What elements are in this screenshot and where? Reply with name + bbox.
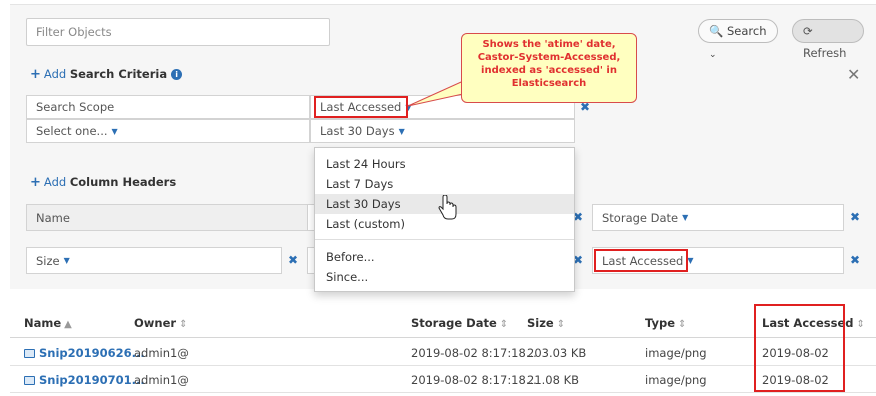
info-icon[interactable]: i bbox=[171, 69, 183, 80]
table-header-divider bbox=[10, 337, 876, 338]
caret-down-icon: ▼ bbox=[687, 256, 694, 265]
table-row-divider bbox=[10, 392, 876, 393]
sort-icon: ⇕ bbox=[856, 319, 865, 330]
column-header-type[interactable]: Type ⇕ bbox=[645, 316, 686, 330]
column-name-field: Name bbox=[26, 204, 310, 231]
callout-line: Elasticsearch bbox=[511, 78, 587, 89]
column-header-owner[interactable]: Owner ⇕ bbox=[134, 316, 187, 330]
dropdown-item-last-24-hours[interactable]: Last 24 Hours bbox=[315, 154, 574, 174]
dropdown-item-last-7-days[interactable]: Last 7 Days bbox=[315, 174, 574, 194]
criteria-value-select[interactable]: Last 30 Days ▼ bbox=[310, 119, 575, 143]
caret-down-icon: ▼ bbox=[398, 126, 405, 136]
refresh-button-label: Refresh bbox=[803, 46, 847, 60]
remove-column-icon[interactable]: ✖ bbox=[288, 253, 298, 267]
column-header-size[interactable]: Size ⇕ bbox=[527, 316, 565, 330]
table-row-name[interactable]: Snip20190626... bbox=[24, 346, 145, 360]
highlight-column-field bbox=[594, 249, 688, 272]
sort-icon: ⇕ bbox=[678, 319, 687, 330]
plus-icon: + bbox=[30, 67, 41, 82]
callout-line: indexed as 'accessed' in bbox=[481, 65, 617, 76]
table-cell-storage-date: 2019-08-02 8:17:18... bbox=[411, 346, 537, 360]
callout-line: Shows the 'atime' date, bbox=[482, 39, 616, 50]
caret-down-icon: ▼ bbox=[63, 256, 70, 265]
search-criteria-title: Search Criteria bbox=[69, 67, 168, 81]
table-cell-owner: admin1@ bbox=[134, 346, 189, 360]
sort-icon: ⇕ bbox=[499, 319, 509, 330]
remove-column-icon[interactable]: ✖ bbox=[850, 253, 860, 267]
dropdown-item-before[interactable]: Before... bbox=[315, 247, 574, 267]
column-header-name[interactable]: Name ▲ bbox=[24, 316, 72, 330]
table-cell-storage-date: 2019-08-02 8:17:18... bbox=[411, 373, 537, 387]
chevron-down-icon: ⌄ bbox=[709, 50, 717, 60]
add-search-criteria-link[interactable]: + Add Search Criteria i bbox=[30, 67, 183, 82]
add-word: Add bbox=[43, 67, 67, 81]
sort-icon: ⇕ bbox=[179, 319, 188, 330]
table-cell-size: 21.08 KB bbox=[527, 373, 580, 387]
table-cell-owner: admin1@ bbox=[134, 373, 189, 387]
close-icon[interactable]: ✕ bbox=[847, 65, 860, 84]
search-scope-label: Search Scope bbox=[26, 95, 310, 119]
refresh-button[interactable]: ⟳ Refresh bbox=[792, 19, 864, 60]
dropdown-item-since[interactable]: Since... bbox=[315, 267, 574, 287]
dropdown-divider bbox=[315, 239, 574, 240]
caret-down-icon: ▼ bbox=[682, 213, 689, 222]
table-row-divider bbox=[10, 365, 876, 366]
search-scope-select[interactable]: Select one... ▼ bbox=[26, 119, 310, 143]
plus-icon: + bbox=[30, 175, 41, 190]
table-cell-size: 203.03 KB bbox=[527, 346, 587, 360]
callout-line: Castor-System-Accessed, bbox=[477, 52, 621, 63]
add-word: Add bbox=[43, 175, 67, 189]
search-button[interactable]: 🔍 Search ⌄ bbox=[698, 19, 778, 60]
search-icon: 🔍 bbox=[709, 24, 724, 38]
caret-down-icon: ▼ bbox=[111, 126, 118, 136]
column-storage-date-select[interactable]: Storage Date ▼ bbox=[592, 204, 844, 231]
sort-asc-icon: ▲ bbox=[64, 319, 72, 330]
table-cell-type: image/png bbox=[645, 373, 707, 387]
table-cell-type: image/png bbox=[645, 346, 707, 360]
highlight-last-accessed-column bbox=[754, 304, 845, 392]
remove-column-icon[interactable]: ✖ bbox=[850, 210, 860, 224]
highlight-criteria-field bbox=[314, 96, 408, 118]
image-file-icon bbox=[24, 349, 35, 358]
filter-input[interactable]: Filter Objects bbox=[26, 18, 330, 46]
annotation-callout: Shows the 'atime' date, Castor-System-Ac… bbox=[461, 33, 637, 103]
search-button-label: Search bbox=[726, 24, 767, 38]
table-row-name[interactable]: Snip20190701... bbox=[24, 373, 145, 387]
add-column-headers-link[interactable]: + Add Column Headers bbox=[30, 175, 176, 190]
refresh-icon: ⟳ bbox=[803, 24, 813, 38]
hand-cursor-icon bbox=[438, 195, 457, 220]
column-header-storage-date[interactable]: Storage Date ⇕ bbox=[411, 316, 508, 330]
column-size-select[interactable]: Size ▼ bbox=[26, 247, 282, 274]
sort-icon: ⇕ bbox=[556, 319, 566, 330]
image-file-icon bbox=[24, 376, 35, 385]
column-headers-title: Column Headers bbox=[69, 175, 177, 189]
